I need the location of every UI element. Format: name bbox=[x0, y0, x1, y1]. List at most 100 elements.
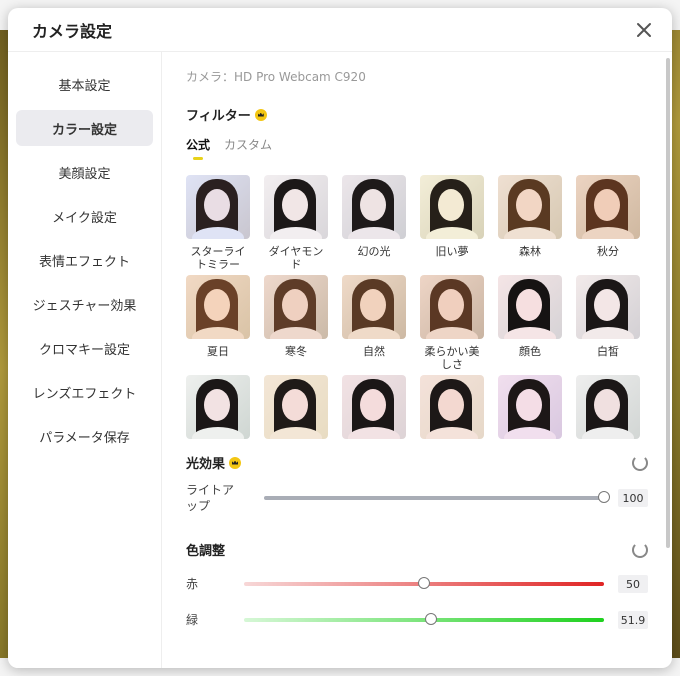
color-slider[interactable] bbox=[244, 577, 604, 589]
sidebar-item[interactable]: ジェスチャー効果 bbox=[16, 286, 153, 322]
premium-crown-icon bbox=[254, 108, 267, 121]
filter-item[interactable] bbox=[420, 375, 484, 439]
filter-thumbnail bbox=[186, 275, 250, 339]
filter-item[interactable]: 柔らかい美しさ bbox=[420, 275, 484, 371]
filter-item[interactable]: 自然 bbox=[342, 275, 406, 371]
filter-item[interactable]: 秋分 bbox=[576, 175, 640, 271]
filter-thumbnail bbox=[264, 375, 328, 439]
filter-item[interactable]: 森林 bbox=[498, 175, 562, 271]
sidebar-item[interactable]: メイク設定 bbox=[16, 198, 153, 234]
filter-item[interactable]: 白皙 bbox=[576, 275, 640, 371]
filter-item[interactable] bbox=[264, 375, 328, 439]
filter-name: 寒冬 bbox=[285, 345, 307, 358]
thumbnail-face bbox=[360, 289, 386, 321]
thumbnail-face bbox=[594, 289, 620, 321]
filter-thumbnail bbox=[498, 275, 562, 339]
filter-item[interactable] bbox=[342, 375, 406, 439]
thumbnail-face bbox=[360, 389, 386, 421]
filter-item[interactable] bbox=[186, 375, 250, 439]
filter-item[interactable]: ダイヤモンド bbox=[264, 175, 328, 271]
filter-item[interactable]: 旧い夢 bbox=[420, 175, 484, 271]
filter-name: スターライトミラー bbox=[190, 245, 246, 271]
filter-name: 秋分 bbox=[597, 245, 619, 258]
sidebar-item[interactable]: パラメータ保存 bbox=[16, 418, 153, 454]
color-slider-row: 緑 51.9 bbox=[186, 611, 648, 629]
thumbnail-face bbox=[516, 389, 542, 421]
color-slider-thumb[interactable] bbox=[424, 613, 437, 625]
filter-thumbnail bbox=[576, 275, 640, 339]
dialog-header: カメラ設定 bbox=[8, 8, 672, 52]
thumbnail-face bbox=[204, 389, 230, 421]
color-adjust-title: 色調整 bbox=[186, 544, 226, 559]
lightup-slider-thumb[interactable] bbox=[598, 491, 610, 503]
filter-item[interactable]: スターライトミラー bbox=[186, 175, 250, 271]
filter-thumbnail bbox=[342, 175, 406, 239]
filter-thumbnail bbox=[576, 375, 640, 439]
color-slider-label: 赤 bbox=[186, 577, 199, 591]
thumbnail-face bbox=[360, 189, 386, 221]
color-slider[interactable] bbox=[244, 613, 604, 625]
color-slider-thumb[interactable] bbox=[418, 577, 430, 589]
light-effect-title-text: 光効果 bbox=[186, 457, 226, 472]
filter-grid: スターライトミラー ダイヤモンド 幻の光 旧い夢 森林 秋分夏日 寒冬 自然 柔らかい美しさ 顔色… bbox=[186, 175, 648, 439]
filter-name: 旧い夢 bbox=[435, 245, 469, 258]
sidebar-item[interactable]: 美顔設定 bbox=[16, 154, 153, 190]
close-icon[interactable] bbox=[632, 18, 656, 42]
color-slider-label: 緑 bbox=[186, 613, 199, 627]
lightup-label: ライトアップ bbox=[186, 483, 235, 513]
settings-main: カメラ：HD Pro Webcam C920 フィルター 公式 カスタム スターラ… bbox=[162, 52, 672, 668]
lightup-value[interactable]: 100 bbox=[618, 489, 648, 507]
filter-item[interactable]: 幻の光 bbox=[342, 175, 406, 271]
thumbnail-face bbox=[438, 289, 464, 321]
filter-section-title: フィルター bbox=[186, 105, 648, 124]
filter-name: ダイヤモンド bbox=[268, 245, 324, 271]
sidebar-item[interactable]: 基本設定 bbox=[16, 66, 153, 102]
filter-thumbnail bbox=[342, 375, 406, 439]
filter-item[interactable] bbox=[498, 375, 562, 439]
light-effect-reset-icon[interactable] bbox=[632, 454, 648, 471]
filter-item[interactable] bbox=[576, 375, 640, 439]
color-slider-row: 赤 50 bbox=[186, 575, 648, 593]
light-effect-header: 光効果 bbox=[186, 453, 648, 472]
sidebar-item[interactable]: レンズエフェクト bbox=[16, 374, 153, 410]
filter-name: 森林 bbox=[519, 245, 541, 258]
filter-thumbnail bbox=[498, 375, 562, 439]
filter-name: 白皙 bbox=[597, 345, 619, 358]
filter-name: 幻の光 bbox=[357, 245, 391, 258]
vertical-scrollbar[interactable] bbox=[666, 58, 670, 548]
thumbnail-face bbox=[438, 189, 464, 221]
filter-tab[interactable]: カスタム bbox=[224, 136, 272, 157]
camera-settings-dialog: カメラ設定 基本設定カラー設定美顔設定メイク設定表情エフェクト ジェスチャー効果ク… bbox=[8, 8, 672, 668]
sidebar-item[interactable]: 表情エフェクト bbox=[16, 242, 153, 278]
filter-thumbnail bbox=[576, 175, 640, 239]
settings-sidebar: 基本設定カラー設定美顔設定メイク設定表情エフェクト ジェスチャー効果 クロマキー設定… bbox=[8, 52, 162, 668]
filter-thumbnail bbox=[420, 175, 484, 239]
color-slider-value[interactable]: 50 bbox=[618, 575, 648, 593]
thumbnail-face bbox=[594, 389, 620, 421]
filter-tab[interactable]: 公式 bbox=[186, 136, 210, 157]
color-slider-value[interactable]: 51.9 bbox=[618, 611, 648, 629]
filter-thumbnail bbox=[342, 275, 406, 339]
filter-thumbnail bbox=[498, 175, 562, 239]
sidebar-item[interactable]: クロマキー設定 bbox=[16, 330, 153, 366]
thumbnail-face bbox=[516, 189, 542, 221]
thumbnail-face bbox=[516, 289, 542, 321]
thumbnail-face bbox=[594, 189, 620, 221]
filter-thumbnail bbox=[186, 375, 250, 439]
filter-name: 夏日 bbox=[207, 345, 229, 358]
thumbnail-face bbox=[282, 389, 308, 421]
thumbnail-face bbox=[282, 189, 308, 221]
color-adjust-reset-icon[interactable] bbox=[632, 541, 648, 558]
dialog-title: カメラ設定 bbox=[32, 21, 113, 41]
filter-thumbnail bbox=[420, 375, 484, 439]
color-adjust-header: 色調整 bbox=[186, 540, 648, 559]
close-icon-glyph bbox=[637, 22, 651, 37]
lightup-slider[interactable] bbox=[264, 491, 610, 503]
filter-item[interactable]: 夏日 bbox=[186, 275, 250, 371]
filter-item[interactable]: 顔色 bbox=[498, 275, 562, 371]
filter-name: 自然 bbox=[363, 345, 385, 358]
filter-item[interactable]: 寒冬 bbox=[264, 275, 328, 371]
color-adjust-sliders: 赤 50 緑 51.9 bbox=[186, 575, 648, 629]
sidebar-item[interactable]: カラー設定 bbox=[16, 110, 153, 146]
thumbnail-face bbox=[282, 289, 308, 321]
